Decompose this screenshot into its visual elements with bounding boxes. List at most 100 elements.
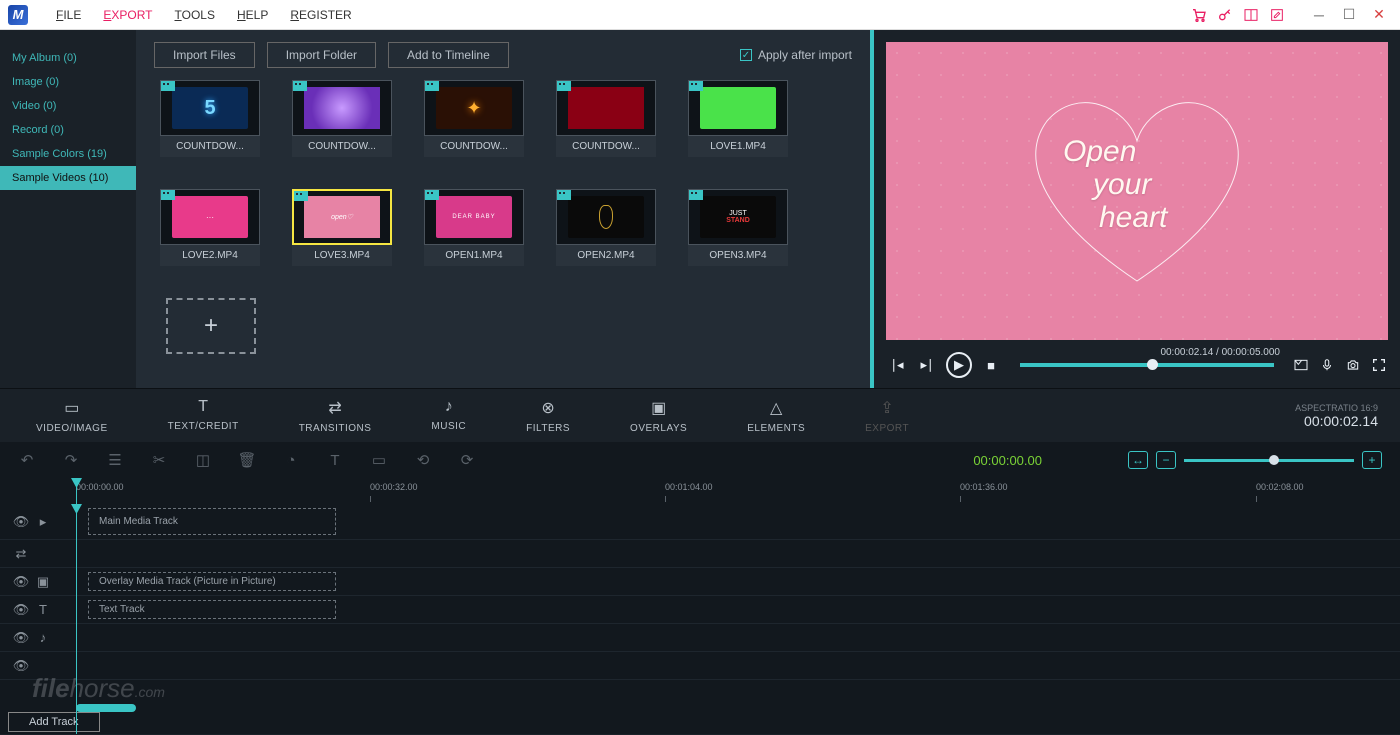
play-button[interactable]: ▶ (946, 352, 972, 378)
tab-filters[interactable]: ⊗FILTERS (496, 394, 600, 438)
track-swap[interactable]: ⇄ (0, 540, 1400, 568)
redo-icon[interactable]: ↷ (62, 451, 80, 469)
sidebar-video[interactable]: Video (0) (0, 94, 136, 118)
menu-register[interactable]: REGISTER (280, 4, 361, 26)
snapshot-icon[interactable] (1292, 356, 1310, 374)
tab-videoimage[interactable]: ▭VIDEO/IMAGE (6, 394, 138, 438)
sidebar-sample-videos[interactable]: Sample Videos (10) (0, 166, 136, 190)
preview-video[interactable]: Open your heart (886, 42, 1388, 340)
add-track-button[interactable]: Add Track (8, 712, 100, 732)
timeline-ruler[interactable]: 00:00:00.0000:00:32.0000:01:04.0000:01:3… (0, 478, 1400, 504)
playhead[interactable] (76, 478, 77, 504)
undo-icon[interactable]: ↶ (18, 451, 36, 469)
track-main-media[interactable]: 👁▸ Main Media Track (0, 504, 1400, 540)
track-overlay[interactable]: 👁 ▣ Overlay Media Track (Picture in Pictu… (0, 568, 1400, 596)
zoom-out-button[interactable]: − (1156, 451, 1176, 469)
sidebar-record[interactable]: Record (0) (0, 118, 136, 142)
media-item-7[interactable]: DEAR BABYOPEN1.MP4 (424, 189, 524, 266)
add-media-button[interactable]: + (166, 298, 256, 354)
rotate-left-icon[interactable]: ⟲ (414, 451, 432, 469)
media-item-3[interactable]: COUNTDOW... (556, 80, 656, 157)
menu-file[interactable]: FILE (46, 4, 91, 26)
media-item-0[interactable]: 5COUNTDOW... (160, 80, 260, 157)
window-close[interactable]: ✕ (1366, 4, 1392, 26)
tab-elements[interactable]: △ELEMENTS (717, 394, 835, 438)
text-tool-icon[interactable]: T (326, 451, 344, 469)
media-item-5[interactable]: ···LOVE2.MP4 (160, 189, 260, 266)
cart-icon[interactable] (1190, 6, 1208, 24)
media-item-8[interactable]: OPEN2.MP4 (556, 189, 656, 266)
eye-icon[interactable]: 👁 (14, 515, 28, 529)
settings-icon[interactable]: ☰ (106, 451, 124, 469)
overlay-track-icon: ▣ (36, 575, 50, 589)
eye-icon[interactable]: 👁 (14, 659, 28, 673)
camera-icon[interactable] (1344, 356, 1362, 374)
menu-export[interactable]: EXPORT (93, 4, 162, 26)
media-item-1[interactable]: COUNTDOW... (292, 80, 392, 157)
media-item-2[interactable]: ✦COUNTDOW... (424, 80, 524, 157)
text-track-placeholder[interactable]: Text Track (88, 600, 336, 619)
zoom-in-button[interactable]: + (1362, 451, 1382, 469)
sidebar-image[interactable]: Image (0) (0, 70, 136, 94)
ruler-tick: 00:02:08.00 (1256, 482, 1304, 492)
menu-tools[interactable]: TOOLS (165, 4, 225, 26)
add-to-timeline-button[interactable]: Add to Timeline (388, 42, 509, 68)
ruler-tick: 00:00:32.00 (370, 482, 418, 492)
track-audio[interactable]: 👁♪ (0, 624, 1400, 652)
tab-music[interactable]: ♪MUSIC (401, 394, 496, 438)
media-item-9[interactable]: JUSTSTANDOPEN3.MP4 (688, 189, 788, 266)
ruler-tick: 00:01:04.00 (665, 482, 713, 492)
timecode-display: 00:00:02.14 (1295, 413, 1378, 429)
zoom-slider[interactable] (1184, 459, 1354, 462)
swap-icon[interactable]: ⇄ (14, 547, 28, 561)
apply-after-import-checkbox[interactable]: ✓Apply after import (740, 48, 852, 62)
cut-icon[interactable]: ✂ (150, 451, 168, 469)
prev-frame-button[interactable]: ∣◂ (886, 354, 908, 376)
sidebar-my-album[interactable]: My Album (0) (0, 46, 136, 70)
crop2-icon[interactable]: ▭ (370, 451, 388, 469)
track-extra[interactable]: 👁 (0, 652, 1400, 680)
preview-panel: Open your heart ∣◂ ▸∣ ▶ ■ 00:00:02.14 / … (874, 30, 1400, 388)
window-minimize[interactable]: ─ (1306, 4, 1332, 26)
overlay-track-placeholder[interactable]: Overlay Media Track (Picture in Picture) (88, 572, 336, 591)
text-track-icon: T (36, 603, 50, 617)
media-label: OPEN3.MP4 (688, 245, 788, 266)
media-label: COUNTDOW... (160, 136, 260, 157)
library-sidebar: My Album (0) Image (0) Video (0) Record … (0, 30, 136, 388)
rotate-right-icon[interactable]: ⟳ (458, 451, 476, 469)
menubar: M FILE EXPORT TOOLS HELP REGISTER ─ ☐ ✕ (0, 0, 1400, 30)
menu-help[interactable]: HELP (227, 4, 278, 26)
next-frame-button[interactable]: ▸∣ (916, 354, 938, 376)
stop-button[interactable]: ■ (980, 354, 1002, 376)
zoom-fit-button[interactable]: ↔ (1128, 451, 1148, 469)
tab-textcredit[interactable]: TTEXT/CREDIT (138, 394, 269, 438)
track-text[interactable]: 👁 T Text Track (0, 596, 1400, 624)
import-folder-button[interactable]: Import Folder (267, 42, 376, 68)
edit-icon[interactable] (1268, 6, 1286, 24)
window-maximize[interactable]: ☐ (1336, 4, 1362, 26)
speed-icon[interactable]: ◔ (282, 451, 300, 469)
layout-icon[interactable] (1242, 6, 1260, 24)
preview-text: Open your heart (1063, 135, 1167, 234)
tab-overlays[interactable]: ▣OVERLAYS (600, 394, 717, 438)
media-item-4[interactable]: LOVE1.MP4 (688, 80, 788, 157)
timeline-hscroll[interactable] (76, 704, 136, 712)
eye-icon[interactable]: 👁 (14, 575, 28, 589)
crop-icon[interactable]: ◫ (194, 451, 212, 469)
eye-icon[interactable]: 👁 (14, 631, 28, 645)
voiceover-icon[interactable] (1318, 356, 1336, 374)
delete-icon[interactable]: 🗑 (238, 451, 256, 469)
key-icon[interactable] (1216, 6, 1234, 24)
fullscreen-icon[interactable] (1370, 356, 1388, 374)
import-files-button[interactable]: Import Files (154, 42, 255, 68)
playhead-line[interactable] (76, 504, 77, 734)
ruler-tick: 00:00:00.00 (76, 482, 124, 492)
eye-icon[interactable]: 👁 (14, 603, 28, 617)
main-track-placeholder[interactable]: Main Media Track (88, 508, 336, 535)
media-label: COUNTDOW... (424, 136, 524, 157)
media-label: LOVE2.MP4 (160, 245, 260, 266)
sidebar-sample-colors[interactable]: Sample Colors (19) (0, 142, 136, 166)
tab-transitions[interactable]: ⇄TRANSITIONS (269, 394, 402, 438)
preview-seek-slider[interactable] (1020, 363, 1274, 367)
media-item-6[interactable]: open♡LOVE3.MP4 (292, 189, 392, 266)
